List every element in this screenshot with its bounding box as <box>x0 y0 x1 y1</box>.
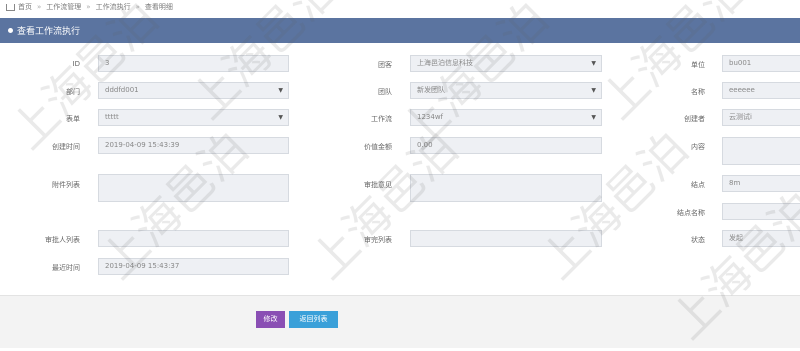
name-label: 名称 <box>691 88 705 96</box>
form-select[interactable]: ttttt ▼ <box>98 109 289 126</box>
status-label: 状态 <box>691 236 705 244</box>
reviewed-field[interactable] <box>410 230 602 247</box>
dept-select[interactable]: dddfd001 ▼ <box>98 82 289 99</box>
creator-field[interactable]: 云测试i <box>722 109 800 126</box>
breadcrumb: 首页 » 工作流管理 » 工作流执行 » 查看明细 <box>6 2 173 12</box>
attachments-label: 附件列表 <box>52 181 80 189</box>
approvers-field[interactable] <box>98 230 289 247</box>
form-label: 表单 <box>66 115 80 123</box>
id-label: ID <box>72 60 80 68</box>
node-label: 结点 <box>691 181 705 189</box>
home-icon <box>6 3 15 11</box>
form-actions: 修改 返回列表 <box>0 295 800 348</box>
created-at-field[interactable]: 2019-04-09 15:43:39 <box>98 137 289 154</box>
chevron-down-icon: ▼ <box>591 60 596 67</box>
dept-value: dddfd001 <box>105 86 139 94</box>
chevron-down-icon: ▼ <box>591 87 596 94</box>
chevron-down-icon: ▼ <box>591 114 596 121</box>
breadcrumb-workflow-execution[interactable]: 工作流执行 <box>96 2 131 12</box>
content-label: 内容 <box>691 143 705 151</box>
chevron-down-icon: ▼ <box>278 87 283 94</box>
workflow-label: 工作流 <box>371 115 392 123</box>
updated-at-field[interactable]: 2019-04-09 15:43:37 <box>98 258 289 275</box>
breadcrumb-home[interactable]: 首页 <box>18 2 32 12</box>
panel-header: 查看工作流执行 <box>0 18 800 43</box>
opinion-field[interactable] <box>410 174 602 202</box>
amount-label: 价值金额 <box>364 143 392 151</box>
workflow-select[interactable]: 1234wf ▼ <box>410 109 602 126</box>
breadcrumb-separator: » <box>135 3 140 11</box>
form-value: ttttt <box>105 113 119 121</box>
id-field[interactable]: 3 <box>98 55 289 72</box>
workflow-detail-form: ID 3 团客 上海邑泊信息科技 ▼ 单位 bu001 部门 dddfd001 ▼ … <box>0 43 800 295</box>
team-label: 团队 <box>378 88 392 96</box>
amount-field[interactable]: 0.00 <box>410 137 602 154</box>
chevron-down-icon: ▼ <box>278 114 283 121</box>
unit-label: 单位 <box>691 61 705 69</box>
tenant-value: 上海邑泊信息科技 <box>417 59 473 67</box>
status-field[interactable]: 发起 <box>722 230 800 247</box>
breadcrumb-view-detail: 查看明细 <box>144 3 173 11</box>
team-value: 新发团队 <box>417 86 445 94</box>
updated-at-label: 最近时间 <box>52 264 80 272</box>
dept-label: 部门 <box>66 88 80 96</box>
tenant-label: 团客 <box>378 61 392 69</box>
edit-button[interactable]: 修改 <box>256 311 285 328</box>
tenant-select[interactable]: 上海邑泊信息科技 ▼ <box>410 55 602 72</box>
unit-field[interactable]: bu001 <box>722 55 800 72</box>
workflow-value: 1234wf <box>417 113 444 121</box>
content-field[interactable] <box>722 137 800 165</box>
back-to-list-button[interactable]: 返回列表 <box>289 311 338 328</box>
approvers-label: 审批人列表 <box>45 236 80 244</box>
breadcrumb-workflow-management[interactable]: 工作流管理 <box>46 2 81 12</box>
name-field[interactable]: eeeeee <box>722 82 800 99</box>
breadcrumb-separator: » <box>86 3 91 11</box>
reviewed-label: 审完列表 <box>364 236 392 244</box>
panel-title: 查看工作流执行 <box>17 27 81 37</box>
attachments-field[interactable] <box>98 174 289 202</box>
created-at-label: 创建时间 <box>52 143 80 151</box>
breadcrumb-separator: » <box>37 3 42 11</box>
node-name-label: 结点名称 <box>677 209 705 217</box>
node-field[interactable]: 8m <box>722 175 800 192</box>
bullet-icon <box>8 28 13 33</box>
creator-label: 创建者 <box>684 115 705 123</box>
node-name-field[interactable] <box>722 203 800 220</box>
opinion-label: 审批意见 <box>364 181 392 189</box>
team-select[interactable]: 新发团队 ▼ <box>410 82 602 99</box>
